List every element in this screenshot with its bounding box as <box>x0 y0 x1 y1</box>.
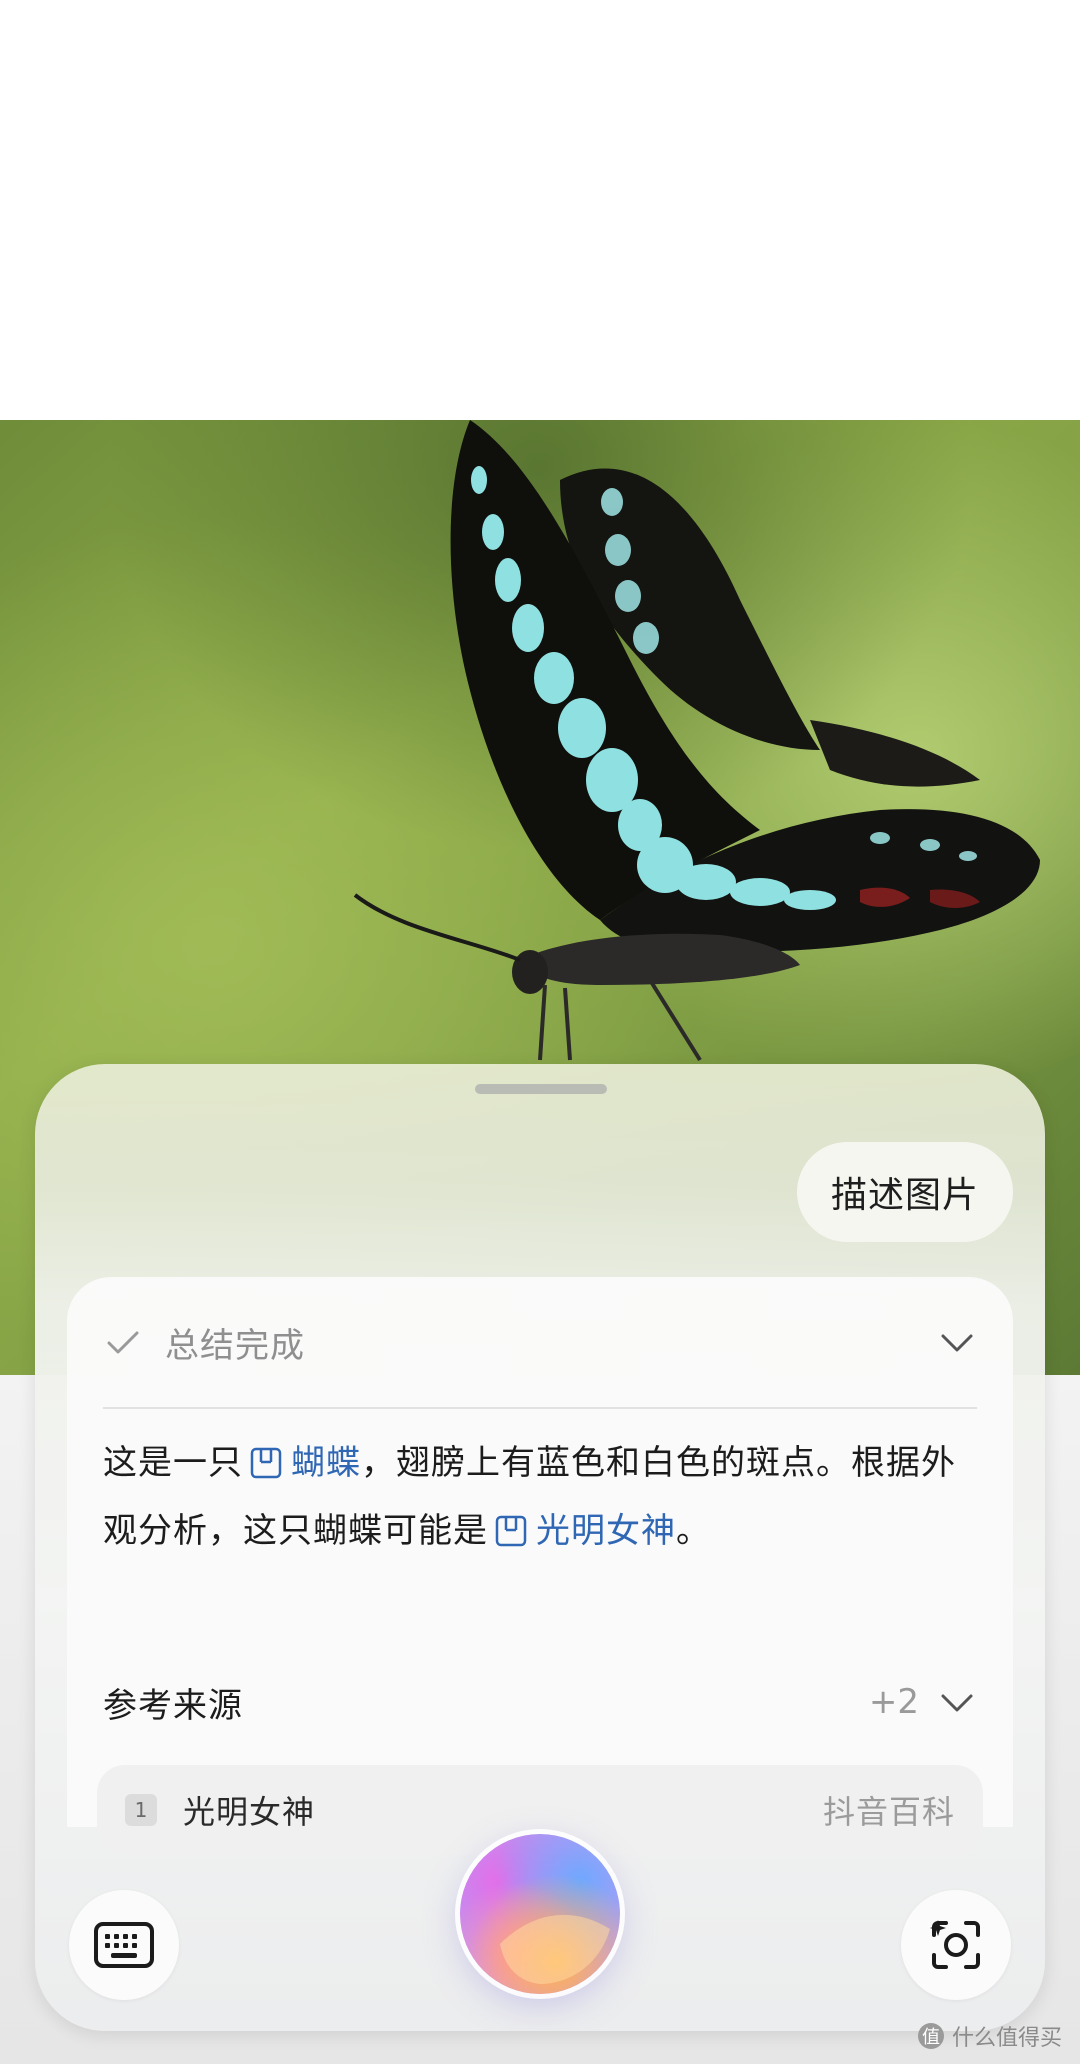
status-label: 总结完成 <box>165 1325 305 1366</box>
entity-link-species[interactable]: 光明女神 <box>488 1511 676 1551</box>
entity-label: 蝴蝶 <box>291 1443 361 1483</box>
voice-orb-icon <box>460 1834 620 1994</box>
reference-title: 光明女神 <box>183 1793 316 1831</box>
visual-search-icon <box>930 1920 980 1969</box>
reference-index: 1 <box>125 1794 157 1826</box>
answer-part-1: 这是一只 <box>103 1443 243 1483</box>
visual-search-button[interactable] <box>901 1890 1011 2000</box>
assistant-panel: 描述图片 总结完成 这是一只 蝴蝶，翅膀上有蓝色和白色的斑点。根据外观分析，这只蝴… <box>35 1064 1045 2031</box>
status-row[interactable]: 总结完成 <box>103 1277 977 1409</box>
user-query-text: 描述图片 <box>830 1175 979 1216</box>
answer-text: 这是一只 蝴蝶，翅膀上有蓝色和白色的斑点。根据外观分析，这只蝴蝶可能是 光明女神。 <box>103 1429 983 1565</box>
chevron-down-icon[interactable] <box>937 1682 977 1722</box>
watermark-badge: 值 <box>917 2023 944 2049</box>
user-query-bubble: 描述图片 <box>796 1142 1013 1242</box>
voice-assistant-button[interactable] <box>460 1834 620 1994</box>
answer-card: 总结完成 这是一只 蝴蝶，翅膀上有蓝色和白色的斑点。根据外观分析，这只蝴蝶可能是光… <box>67 1277 1013 1855</box>
book-icon <box>495 1515 527 1547</box>
watermark-text: 什么值得买 <box>951 2026 1062 2051</box>
references-count: +2 <box>868 1682 919 1722</box>
entity-link-butterfly[interactable]: 蝴蝶 <box>243 1443 361 1483</box>
drag-handle[interactable] <box>475 1084 607 1094</box>
chevron-down-icon[interactable] <box>937 1322 977 1362</box>
keyboard-icon <box>94 1922 154 1968</box>
reference-source: 抖音百科 <box>822 1793 955 1831</box>
references-header[interactable]: 参考来源 +2 <box>103 1667 977 1737</box>
references-title: 参考来源 <box>103 1685 243 1726</box>
watermark: 值 什么值得买 <box>917 2020 1062 2052</box>
answer-part-3: 。 <box>676 1511 711 1551</box>
checkmark-icon <box>107 1331 139 1354</box>
book-icon <box>250 1447 282 1479</box>
keyboard-button[interactable] <box>69 1890 179 2000</box>
entity-label: 光明女神 <box>536 1511 676 1551</box>
